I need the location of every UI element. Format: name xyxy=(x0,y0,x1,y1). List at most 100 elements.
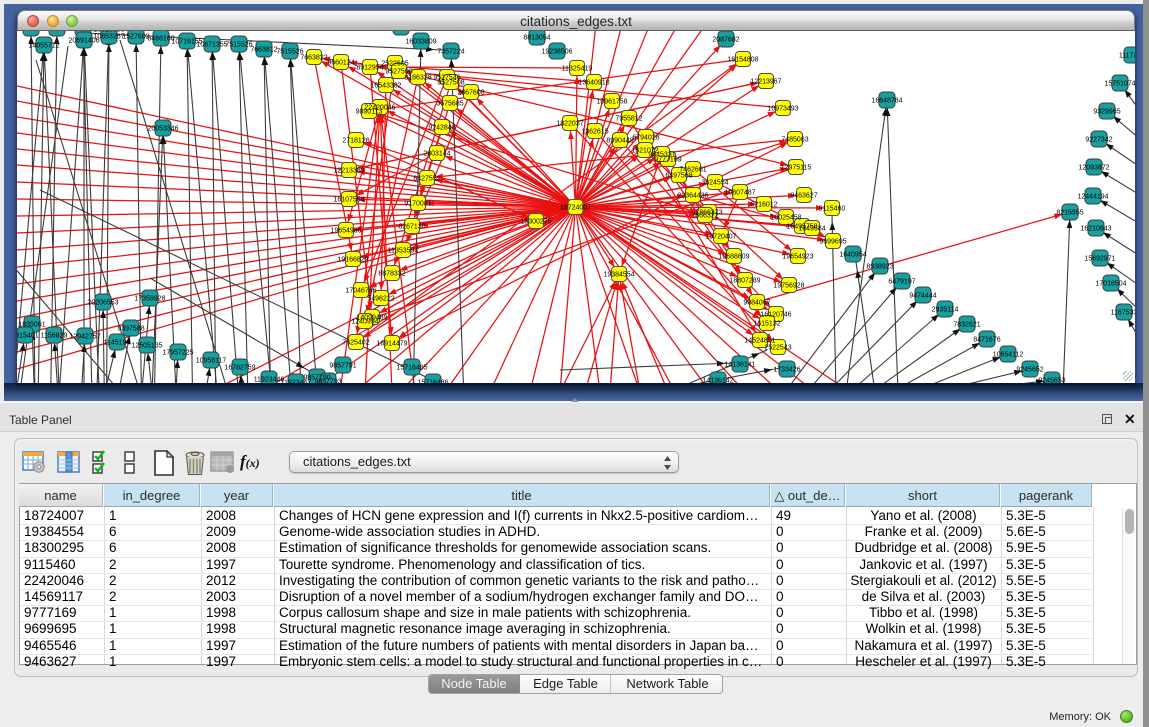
svg-text:19654923: 19654923 xyxy=(782,254,813,261)
svg-text:16914479: 16914479 xyxy=(376,341,407,348)
svg-text:18724007: 18724007 xyxy=(560,205,591,212)
svg-text:2522605: 2522605 xyxy=(381,61,408,68)
svg-text:12444194: 12444194 xyxy=(1077,194,1108,201)
svg-text:9890113: 9890113 xyxy=(356,109,383,116)
svg-text:9699695: 9699695 xyxy=(819,239,846,246)
svg-text:8912954: 8912954 xyxy=(356,65,383,72)
svg-text:11353594: 11353594 xyxy=(388,248,419,255)
svg-text:15692971: 15692971 xyxy=(1084,256,1115,263)
svg-text:1240994: 1240994 xyxy=(351,319,378,326)
svg-text:7485063: 7485063 xyxy=(781,137,808,144)
svg-text:14524851: 14524851 xyxy=(744,338,775,345)
svg-text:8471676: 8471676 xyxy=(973,337,1000,344)
svg-text:9084067: 9084067 xyxy=(743,300,770,307)
svg-text:1640954: 1640954 xyxy=(839,252,866,259)
svg-text:2522543: 2522543 xyxy=(764,345,791,352)
svg-text:12942757: 12942757 xyxy=(69,334,100,341)
svg-text:10671355: 10671355 xyxy=(196,42,227,49)
svg-text:9329965: 9329965 xyxy=(1093,109,1120,116)
svg-text:10654112: 10654112 xyxy=(993,352,1024,359)
svg-text:1649584: 1649584 xyxy=(798,226,825,233)
svg-text:8186328: 8186328 xyxy=(404,75,431,82)
svg-text:1362615: 1362615 xyxy=(581,129,608,136)
svg-text:3624554: 3624554 xyxy=(701,180,728,187)
svg-text:19756928: 19756928 xyxy=(773,283,804,290)
svg-text:1156829: 1156829 xyxy=(41,333,68,340)
svg-text:1733426: 1733426 xyxy=(773,367,800,374)
svg-text:17957225: 17957225 xyxy=(162,350,193,357)
svg-text:10853267: 10853267 xyxy=(93,34,124,41)
svg-text:15716486: 15716486 xyxy=(417,380,448,384)
svg-text:3675685: 3675685 xyxy=(436,101,463,108)
svg-text:10807487: 10807487 xyxy=(724,190,755,197)
svg-text:15300275: 15300275 xyxy=(520,219,551,226)
svg-text:17046766: 17046766 xyxy=(345,288,376,295)
svg-text:2803144: 2803144 xyxy=(423,151,450,158)
svg-text:8267130: 8267130 xyxy=(398,224,425,231)
svg-text:7832621: 7832621 xyxy=(953,322,980,329)
svg-text:10025458: 10025458 xyxy=(770,215,801,222)
svg-text:2718126: 2718126 xyxy=(342,138,369,145)
svg-text:1145194: 1145194 xyxy=(104,340,131,347)
svg-text:20206553: 20206553 xyxy=(87,300,118,307)
svg-text:1167533: 1167533 xyxy=(1111,310,1135,317)
svg-text:6497568: 6497568 xyxy=(665,173,692,180)
svg-text:9397588: 9397588 xyxy=(117,326,144,333)
svg-text:12213369: 12213369 xyxy=(333,168,364,175)
svg-text:16210643: 16210643 xyxy=(1080,226,1111,233)
svg-text:19238506: 19238506 xyxy=(541,49,572,56)
svg-text:5498222: 5498222 xyxy=(367,296,394,303)
svg-text:7515526: 7515526 xyxy=(225,42,252,49)
svg-text:9857791: 9857791 xyxy=(329,363,356,370)
svg-text:8427552: 8427552 xyxy=(413,176,440,183)
svg-text:9245653: 9245653 xyxy=(1038,378,1065,384)
svg-text:9527508: 9527508 xyxy=(437,80,464,87)
svg-text:9315401: 9315401 xyxy=(17,333,39,340)
svg-text:7625402: 7625402 xyxy=(342,340,369,347)
svg-text:19654985: 19654985 xyxy=(330,228,361,235)
svg-text:8938923: 8938923 xyxy=(866,264,893,271)
svg-text:9660124: 9660124 xyxy=(327,60,354,67)
svg-text:12975115: 12975115 xyxy=(781,165,812,172)
svg-text:16543382: 16543382 xyxy=(370,83,401,90)
svg-text:14136141: 14136141 xyxy=(724,362,755,369)
svg-text:15716485: 15716485 xyxy=(396,365,427,372)
svg-text:12093872: 12093872 xyxy=(1078,165,1109,172)
svg-text:7663812: 7663812 xyxy=(250,47,277,54)
svg-text:14055712: 14055712 xyxy=(28,43,59,50)
svg-text:7357224: 7357224 xyxy=(437,49,464,56)
svg-text:16648784: 16648784 xyxy=(871,98,902,105)
svg-text:20053346: 20053346 xyxy=(147,126,178,133)
svg-text:11325419: 11325419 xyxy=(562,66,593,73)
svg-text:16120746: 16120746 xyxy=(760,312,791,319)
svg-text:16107554: 16107554 xyxy=(333,197,364,204)
svg-text:10958117: 10958117 xyxy=(196,358,227,365)
svg-text:19166829: 19166829 xyxy=(337,257,368,264)
svg-text:1527602: 1527602 xyxy=(122,34,149,41)
svg-text:2087682: 2087682 xyxy=(712,37,739,44)
svg-text:1822037: 1822037 xyxy=(556,121,583,128)
svg-text:8990448: 8990448 xyxy=(606,138,633,145)
svg-text:8813054: 8813054 xyxy=(523,35,550,42)
svg-text:9857793: 9857793 xyxy=(314,379,341,384)
svg-text:7866322: 7866322 xyxy=(691,213,718,220)
svg-text:2867608: 2867608 xyxy=(457,90,484,97)
svg-text:9227342: 9227342 xyxy=(1085,137,1112,144)
svg-text:10688609: 10688609 xyxy=(718,254,749,261)
svg-text:14136142: 14136142 xyxy=(702,378,733,384)
svg-text:8878332: 8878332 xyxy=(378,271,405,278)
svg-text:13640910: 13640910 xyxy=(578,80,609,87)
svg-text:9242848: 9242848 xyxy=(428,125,455,132)
svg-text:9474444: 9474444 xyxy=(909,293,936,300)
svg-text:10961758: 10961758 xyxy=(596,99,627,106)
svg-text:17016504: 17016504 xyxy=(1095,281,1126,288)
svg-text:7663822: 7663822 xyxy=(300,55,327,62)
svg-text:12505135: 12505135 xyxy=(131,343,162,350)
svg-text:9845331: 9845331 xyxy=(648,152,675,159)
svg-text:1117433: 1117433 xyxy=(1119,53,1135,60)
svg-text:10810111: 10810111 xyxy=(386,31,416,32)
svg-text:17359928: 17359928 xyxy=(134,296,165,303)
svg-text:6794028: 6794028 xyxy=(632,135,659,142)
svg-text:18807289: 18807289 xyxy=(729,278,760,285)
svg-text:1615132: 1615132 xyxy=(753,321,780,328)
